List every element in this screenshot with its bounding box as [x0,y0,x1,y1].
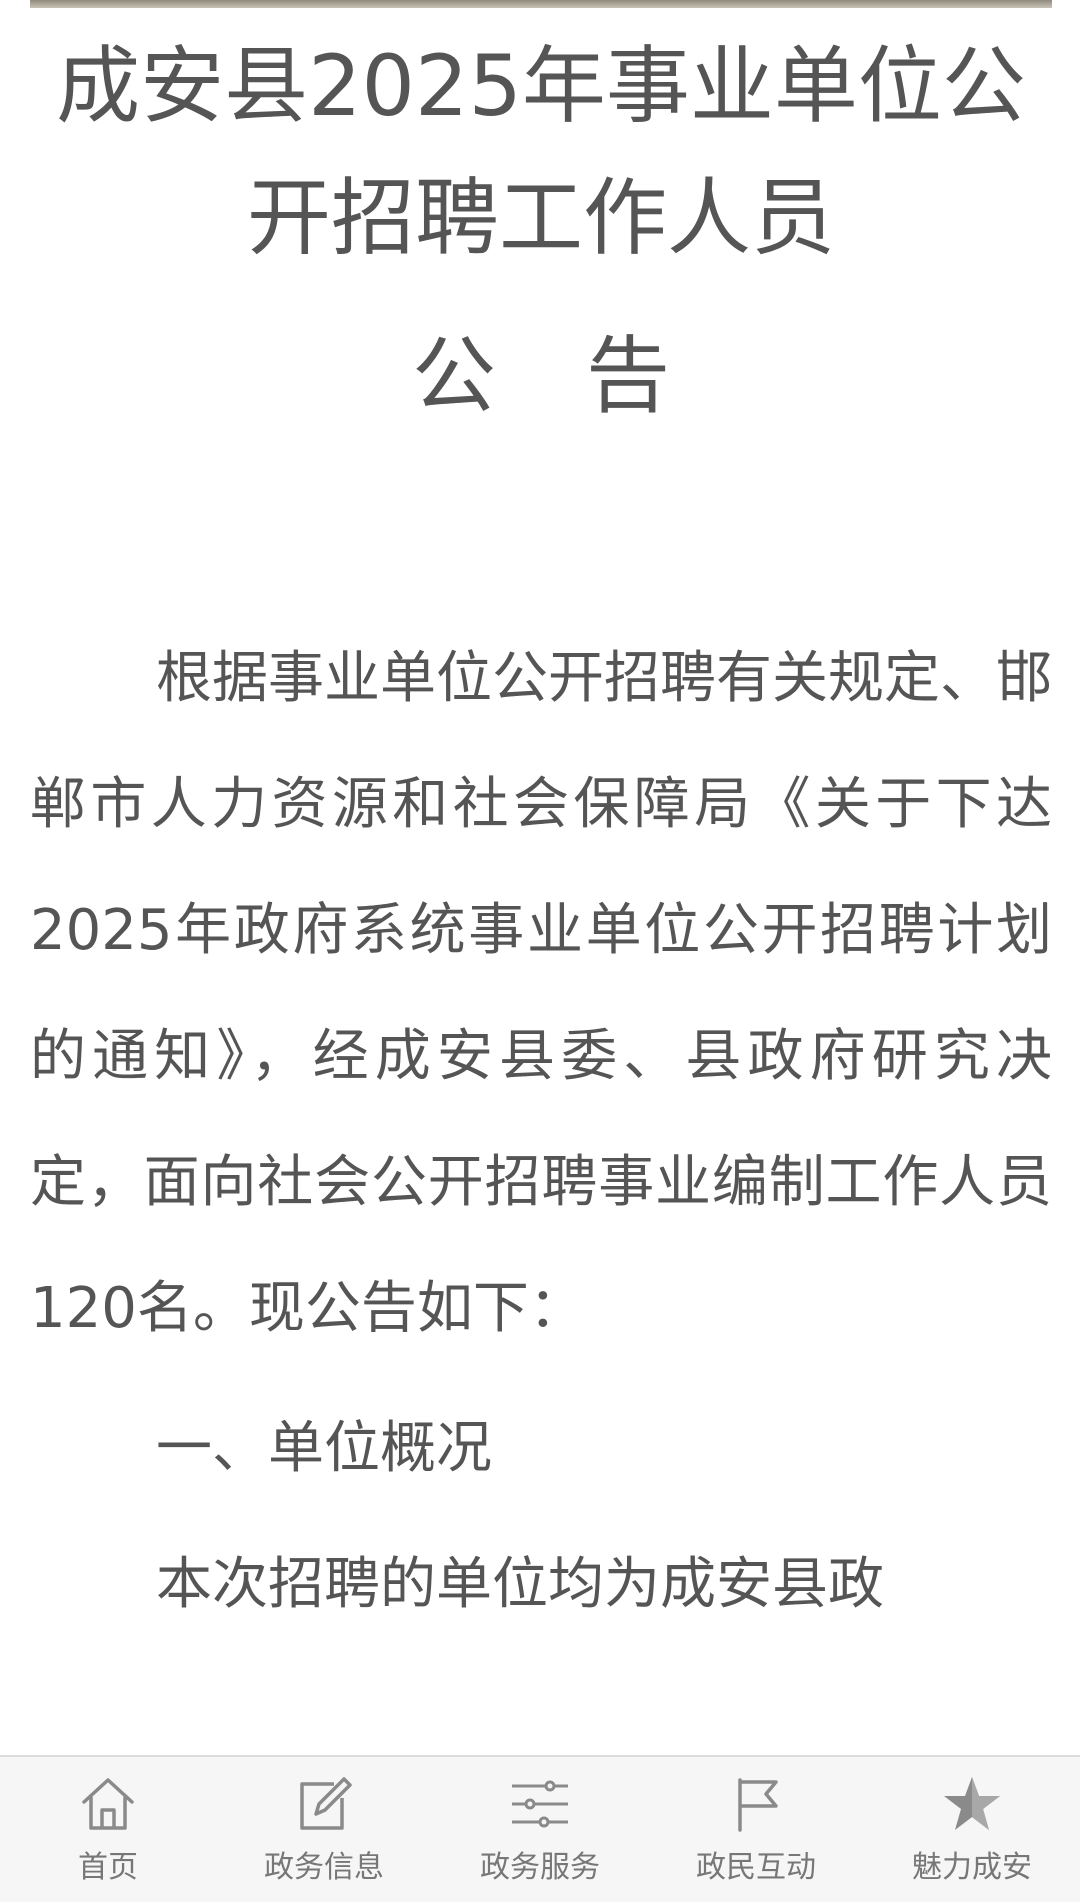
nav-item-label: 政务服务 [480,1849,600,1885]
article-heading: 公告 [411,327,760,425]
nav-item-charm-cheng-an[interactable]: 魅力成安 [864,1774,1080,1886]
home-icon [82,1777,134,1830]
article-content: 成安县2025年事业单位公开招聘工作人员 公告 根据事业单位公开招聘有关规定、邯… [30,20,1052,1648]
intro-paragraph: 根据事业单位公开招聘有关规定、邯郸市人力资源和社会保障局《关于下达2025年政府… [30,646,1052,1341]
nav-item-home[interactable]: 首页 [0,1774,216,1886]
bottom-navigation-bar: 首页 政务信息 政务服务 政民互动 魅力成安 [0,1755,1080,1902]
nav-item-label: 首页 [78,1849,138,1885]
nav-item-citizen-interaction[interactable]: 政民互动 [648,1774,864,1886]
nav-item-label: 魅力成安 [912,1849,1032,1885]
sliders-icon [512,1780,568,1827]
star-icon [944,1776,1000,1830]
section-heading: 一、单位概况 [156,1416,492,1481]
nav-item-government-info[interactable]: 政务信息 [216,1774,432,1886]
section-paragraph: 本次招聘的单位均为成安县政 [156,1552,884,1617]
article-title: 成安县2025年事业单位公开招聘工作人员 [56,37,1026,267]
nav-item-label: 政务信息 [264,1849,384,1885]
edit-icon [300,1776,352,1830]
flag-icon [738,1777,778,1832]
nav-item-government-services[interactable]: 政务服务 [432,1774,648,1886]
top-banner-image-edge [30,0,1052,8]
nav-item-label: 政民互动 [696,1849,816,1885]
